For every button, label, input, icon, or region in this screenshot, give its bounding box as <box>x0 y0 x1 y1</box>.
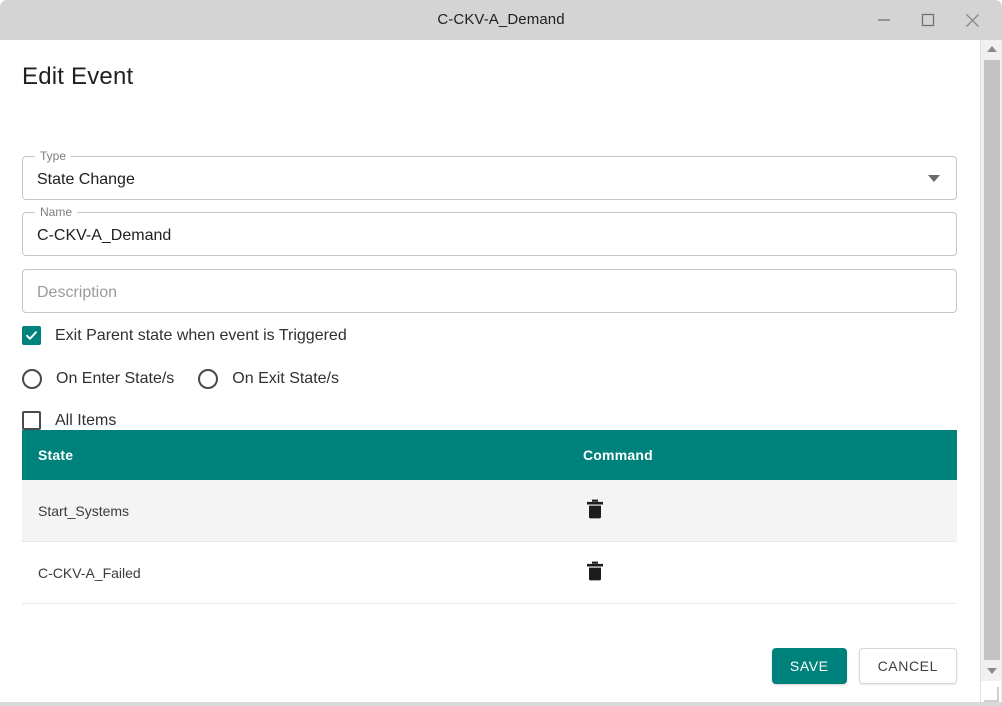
delete-icon <box>587 561 603 581</box>
on-enter-label: On Enter State/s <box>56 370 175 387</box>
name-value: C-CKV-A_Demand <box>37 227 172 244</box>
scroll-up-button[interactable] <box>981 40 1002 58</box>
maximize-button[interactable] <box>906 0 950 40</box>
dialog-content: Edit Event Type State Change Name C-CKV-… <box>0 40 980 706</box>
cell-command <box>567 559 957 586</box>
check-icon <box>26 331 37 340</box>
minimize-button[interactable] <box>862 0 906 40</box>
on-enter-radio[interactable] <box>22 369 42 389</box>
on-exit-radio-group[interactable]: On Exit State/s <box>198 369 339 389</box>
title-bar: C-CKV-A_Demand <box>0 0 1002 40</box>
table-header: State Command <box>22 430 957 480</box>
column-header-command: Command <box>583 447 653 463</box>
type-value: State Change <box>37 171 135 188</box>
description-placeholder: Description <box>37 284 118 301</box>
cancel-button[interactable]: CANCEL <box>858 648 957 684</box>
close-icon <box>965 13 979 27</box>
on-exit-label: On Exit State/s <box>232 370 339 387</box>
minimize-icon <box>878 19 890 21</box>
type-select[interactable]: Type State Change <box>22 149 957 200</box>
state-radio-group: On Enter State/s On Exit State/s <box>22 369 339 389</box>
page-title: Edit Event <box>22 63 134 90</box>
save-button[interactable]: SAVE <box>771 648 847 684</box>
scroll-down-button[interactable] <box>981 662 1002 680</box>
dialog-actions: SAVE CANCEL <box>771 648 957 684</box>
all-items-checkbox-row[interactable]: All Items <box>22 411 116 430</box>
states-table: State Command Start_Systems C-CKV-A_Fail… <box>22 430 957 604</box>
column-header-state: State <box>38 447 74 463</box>
exit-parent-label: Exit Parent state when event is Triggere… <box>55 326 347 344</box>
arrow-down-icon <box>986 668 997 674</box>
all-items-label: All Items <box>55 411 117 429</box>
application-window: C-CKV-A_Demand Edit Event Type State Cha… <box>0 0 1002 706</box>
all-items-checkbox[interactable] <box>22 411 41 430</box>
close-button[interactable] <box>950 0 994 40</box>
cell-state: Start_Systems <box>38 502 130 519</box>
on-exit-radio[interactable] <box>198 369 219 389</box>
window-title: C-CKV-A_Demand <box>437 11 565 28</box>
chevron-down-icon[interactable] <box>928 175 940 182</box>
window-controls <box>862 0 994 40</box>
arrow-up-icon <box>986 46 997 52</box>
on-enter-radio-group[interactable]: On Enter State/s <box>22 369 174 389</box>
maximize-icon <box>921 13 935 27</box>
exit-parent-checkbox-row[interactable]: Exit Parent state when event is Triggere… <box>22 326 347 345</box>
window-bottom-edge <box>0 702 1002 706</box>
delete-icon <box>587 499 603 519</box>
table-row[interactable]: C-CKV-A_Failed <box>22 542 957 604</box>
description-input[interactable]: Description <box>22 269 957 313</box>
vertical-scrollbar[interactable] <box>980 40 1002 706</box>
name-input[interactable]: Name C-CKV-A_Demand <box>22 205 957 256</box>
delete-row-button[interactable] <box>583 497 607 521</box>
delete-row-button[interactable] <box>583 559 607 583</box>
table-row[interactable]: Start_Systems <box>22 480 957 542</box>
scrollbar-thumb[interactable] <box>984 60 1000 660</box>
exit-parent-checkbox[interactable] <box>22 326 41 345</box>
cell-state: C-CKV-A_Failed <box>38 564 141 581</box>
cell-command <box>567 497 957 524</box>
